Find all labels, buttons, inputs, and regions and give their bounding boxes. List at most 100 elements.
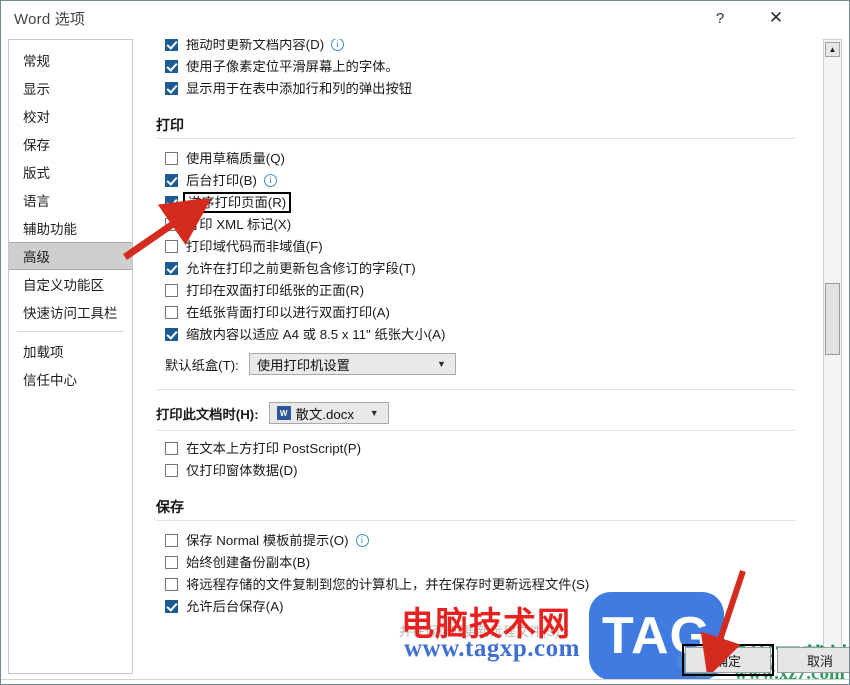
sidebar-item-label: 常规 [23, 54, 50, 69]
checkbox[interactable] [165, 195, 178, 209]
option-scale-content-to-paper[interactable]: 缩放内容以适应 A4 或 8.5 x 11" 纸张大小(A) [156, 323, 811, 345]
print-this-document-label: 打印此文档时(H): [156, 406, 259, 422]
option-draft-quality[interactable]: 使用草稿质量(Q) [156, 147, 811, 169]
checkbox[interactable] [165, 533, 178, 547]
default-tray-label: 默认纸盒(T): [165, 357, 239, 373]
checkbox[interactable] [165, 555, 178, 569]
sidebar-item-save[interactable]: 保存 [9, 130, 132, 158]
option-label: 将远程存储的文件复制到您的计算机上，并在保存时更新远程文件(S) [186, 576, 590, 592]
sidebar-item-label: 显示 [23, 82, 50, 97]
option-print-xml-tags[interactable]: 打印 XML 标记(X) [156, 213, 811, 235]
checkbox[interactable] [165, 327, 178, 341]
option-allow-background-saves[interactable]: 允许后台保存(A) [156, 595, 811, 617]
option-label: 使用草稿质量(Q) [186, 150, 285, 166]
ok-button[interactable]: 确定 [685, 647, 771, 673]
section-divider [156, 430, 796, 431]
scroll-up-icon[interactable]: ▲ [825, 42, 840, 57]
checkbox[interactable] [165, 59, 178, 73]
sidebar-item-label: 高级 [23, 250, 50, 265]
page-title: Word 选项 [14, 11, 86, 28]
sidebar-item-proofing[interactable]: 校对 [9, 102, 132, 130]
print-this-document-value: 散文.docx [295, 406, 355, 422]
option-label: 打印域代码而非域值(F) [186, 238, 323, 254]
options-content-panel: 拖动时更新文档内容(D) i 使用子像素定位平滑屏幕上的字体。 显示用于在表中添… [156, 39, 811, 659]
option-show-table-insert-buttons[interactable]: 显示用于在表中添加行和列的弹出按钮 [156, 77, 811, 99]
print-this-document-dropdown[interactable]: 散文.docx ▼ [268, 402, 389, 424]
section-divider [156, 520, 796, 521]
option-update-fields-before-print[interactable]: 允许在打印之前更新包含修订的字段(T) [156, 257, 811, 279]
option-label: 逆序打印页面(R) [182, 191, 292, 213]
checkbox[interactable] [165, 441, 178, 455]
option-label: 始终创建备份副本(B) [186, 554, 311, 570]
option-label: 在文本上方打印 PostScript(P) [186, 440, 362, 456]
option-print-form-data-only[interactable]: 仅打印窗体数据(D) [156, 459, 811, 481]
close-icon[interactable]: ✕ [761, 5, 791, 31]
checkbox[interactable] [165, 81, 178, 95]
option-print-postscript-over-text[interactable]: 在文本上方打印 PostScript(P) [156, 437, 811, 459]
scrollbar-thumb[interactable] [825, 283, 840, 355]
option-update-content-on-drag[interactable]: 拖动时更新文档内容(D) i [156, 39, 811, 55]
checkbox[interactable] [165, 261, 178, 275]
checkbox[interactable] [165, 173, 178, 187]
default-tray-dropdown[interactable]: 使用打印机设置 ▼ [248, 353, 456, 375]
sidebar-item-addins[interactable]: 加载项 [9, 337, 132, 365]
checkbox[interactable] [165, 305, 178, 319]
option-prompt-before-saving-normal[interactable]: 保存 Normal 模板前提示(O) i [156, 529, 811, 551]
sidebar-item-trust-center[interactable]: 信任中心 [9, 365, 132, 393]
checkbox[interactable] [165, 217, 178, 231]
help-icon[interactable]: ? [705, 5, 735, 31]
sidebar-item-label: 自定义功能区 [23, 278, 104, 293]
sidebar-divider [17, 331, 124, 332]
sidebar-item-advanced[interactable]: 高级 [9, 242, 132, 270]
sidebar-item-label: 保存 [23, 138, 50, 153]
default-tray-value: 使用打印机设置 [256, 357, 350, 373]
option-subpixel-smoothing[interactable]: 使用子像素定位平滑屏幕上的字体。 [156, 55, 811, 77]
info-icon[interactable]: i [263, 173, 277, 187]
option-always-create-backup[interactable]: 始终创建备份副本(B) [156, 551, 811, 573]
section-header-print: 打印 [156, 117, 184, 133]
checkbox[interactable] [165, 283, 178, 297]
option-label: 在纸张背面打印以进行双面打印(A) [186, 304, 390, 320]
checkbox[interactable] [165, 599, 178, 613]
option-print-field-codes[interactable]: 打印域代码而非域值(F) [156, 235, 811, 257]
info-icon[interactable]: i [355, 533, 369, 547]
vertical-scrollbar[interactable]: ▲ ▼ [823, 39, 842, 673]
option-print-front-of-sheet[interactable]: 打印在双面打印纸张的正面(R) [156, 279, 811, 301]
option-label: 缩放内容以适应 A4 或 8.5 x 11" 纸张大小(A) [186, 326, 446, 342]
word-options-dialog: Word 选项 ? ✕ 常规 显示 校对 保存 版式 语言 辅助功能 高级 自定… [0, 0, 850, 685]
cancel-button[interactable]: 取消 [777, 647, 849, 673]
checkbox[interactable] [165, 577, 178, 591]
sidebar-item-language[interactable]: 语言 [9, 186, 132, 214]
sidebar-item-label: 信任中心 [23, 373, 77, 388]
section-divider [156, 138, 796, 139]
checkbox[interactable] [165, 39, 178, 51]
option-label: 后台打印(B) [186, 172, 257, 188]
section-header-save: 保存 [156, 499, 184, 515]
sidebar-item-accessibility[interactable]: 辅助功能 [9, 214, 132, 242]
sidebar-item-label: 校对 [23, 110, 50, 125]
option-copy-remotely-stored-files[interactable]: 将远程存储的文件复制到您的计算机上，并在保存时更新远程文件(S) [156, 573, 811, 595]
sidebar-item-customize-ribbon[interactable]: 自定义功能区 [9, 270, 132, 298]
option-label: 拖动时更新文档内容(D) [186, 39, 325, 52]
sidebar-item-quick-access-toolbar[interactable]: 快速访问工具栏 [9, 298, 132, 326]
print-this-document-row: 打印此文档时(H): 散文.docx ▼ [156, 398, 811, 428]
word-document-icon [276, 406, 291, 420]
option-background-printing[interactable]: 后台打印(B) i [156, 169, 811, 191]
chevron-down-icon: ▼ [436, 359, 446, 369]
sidebar-item-label: 辅助功能 [23, 222, 77, 237]
sidebar-item-layout[interactable]: 版式 [9, 158, 132, 186]
chevron-down-icon: ▼ [369, 408, 379, 418]
checkbox[interactable] [165, 239, 178, 253]
sidebar-item-label: 加载项 [23, 345, 64, 360]
sidebar-item-label: 快速访问工具栏 [23, 306, 118, 321]
checkbox[interactable] [165, 151, 178, 165]
sidebar-item-label: 语言 [23, 194, 50, 209]
option-print-back-of-sheet[interactable]: 在纸张背面打印以进行双面打印(A) [156, 301, 811, 323]
option-reverse-print-order[interactable]: 逆序打印页面(R) [156, 191, 811, 213]
info-icon[interactable]: i [331, 39, 345, 51]
sidebar-item-display[interactable]: 显示 [9, 74, 132, 102]
sidebar-item-general[interactable]: 常规 [9, 46, 132, 74]
sidebar-item-label: 版式 [23, 166, 50, 181]
checkbox[interactable] [165, 463, 178, 477]
sidebar: 常规 显示 校对 保存 版式 语言 辅助功能 高级 自定义功能区 快速访问工具栏… [8, 39, 133, 674]
